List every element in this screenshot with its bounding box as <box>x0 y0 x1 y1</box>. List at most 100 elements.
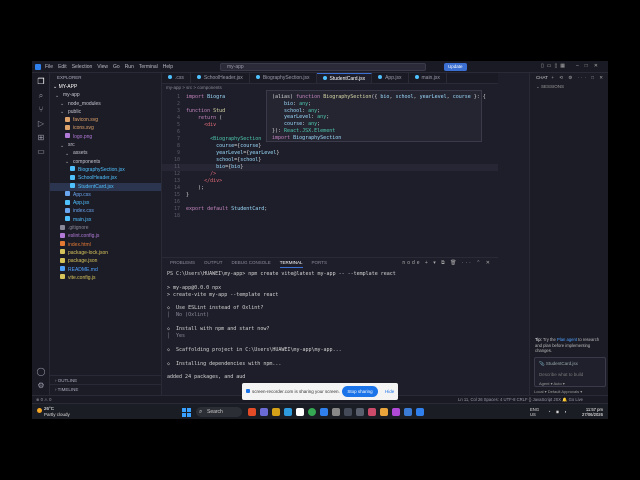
system-tray[interactable]: ENG US <box>530 407 539 417</box>
taskbar-app-icon[interactable] <box>248 408 256 416</box>
file-explorer-icon[interactable] <box>272 408 280 416</box>
settings-gear-icon[interactable]: ⚙ <box>36 381 46 391</box>
terminal-output[interactable]: PS C:\Users\HUAWEI\my-app> npm create vi… <box>167 271 493 381</box>
menu-item[interactable]: Run <box>125 64 134 70</box>
taskbar-app-icon[interactable] <box>380 408 388 416</box>
workspace-root[interactable]: ⌄ MY-APP <box>50 83 161 91</box>
panel-tab[interactable]: PROBLEMS <box>170 258 195 268</box>
command-search-input[interactable]: my-app <box>220 63 426 71</box>
tree-item-label: StudentCard.jsx <box>78 183 114 190</box>
menu-item[interactable]: View <box>97 64 108 70</box>
panel-tab[interactable]: PORTS <box>312 258 327 268</box>
menu-item[interactable]: Selection <box>72 64 93 70</box>
context-file-chip[interactable]: 📎 StudentCard.jsx <box>539 361 578 367</box>
window-controls[interactable]: –□✕ <box>576 63 604 69</box>
tree-file[interactable]: App.css <box>50 191 161 199</box>
terminal-toolbar[interactable]: node + ▾ ⧉ 🗑 ··· ⌃ ✕ <box>402 258 492 268</box>
tray-icons[interactable]: ◔ ◉ ◐ <box>548 409 569 414</box>
tree-file[interactable]: index.css <box>50 207 161 215</box>
menu-item[interactable]: Go <box>113 64 120 70</box>
editor-tab[interactable]: .css <box>162 73 191 83</box>
file-type-icon <box>65 216 70 222</box>
vscode-taskbar-icon[interactable] <box>416 408 424 416</box>
tree-file[interactable]: StudentCard.jsx <box>50 182 161 191</box>
tree-file[interactable]: README.md <box>50 266 161 274</box>
editor-tab[interactable]: BiographySection.jsx <box>250 73 317 83</box>
taskbar-app-icon[interactable] <box>404 408 412 416</box>
remote-explorer-icon[interactable]: ▭ <box>36 147 46 157</box>
taskbar-app-icon[interactable] <box>392 408 400 416</box>
tree-file[interactable]: favicon.svg <box>50 116 161 124</box>
timeline-section[interactable]: › TIMELINE <box>50 384 162 393</box>
tree-file[interactable]: BiographySection.jsx <box>50 166 161 174</box>
tree-file[interactable]: index.html <box>50 241 161 249</box>
taskbar-app-icon[interactable] <box>332 408 340 416</box>
tree-folder[interactable]: ⌄ components <box>50 158 161 166</box>
tree-file[interactable]: vite.config.js <box>50 274 161 282</box>
tree-folder[interactable]: ⌄ my-app <box>50 91 161 99</box>
tree-folder[interactable]: ⌄ assets <box>50 149 161 157</box>
chat-input-box[interactable]: 📎 StudentCard.jsx Describe what to build… <box>534 357 606 387</box>
search-icon[interactable]: ⌕ <box>36 91 46 101</box>
taskbar-app-icon[interactable] <box>260 408 268 416</box>
tree-file[interactable]: logo.png <box>50 133 161 141</box>
tree-file[interactable]: .gitignore <box>50 224 161 232</box>
stop-sharing-button[interactable]: Stop sharing <box>342 386 378 397</box>
tree-folder[interactable]: ⌄ src <box>50 141 161 149</box>
taskbar-app-icon[interactable] <box>320 408 328 416</box>
tree-file[interactable]: eslint.config.js <box>50 232 161 240</box>
taskbar-app-icon[interactable] <box>296 408 304 416</box>
taskbar-search[interactable]: ⌕ Search <box>196 407 242 417</box>
edge-browser-icon[interactable] <box>284 408 292 416</box>
sessions-label: SESSIONS <box>541 84 565 89</box>
menu-item[interactable]: File <box>45 64 53 70</box>
tree-file[interactable]: main.jsx <box>50 216 161 224</box>
layout-controls[interactable]: ▯▭▯▦ <box>541 63 568 69</box>
outline-section[interactable]: › OUTLINE <box>50 375 162 384</box>
weather-sun-icon <box>37 408 42 413</box>
start-button-icon[interactable] <box>182 408 191 417</box>
hide-button[interactable]: Hide <box>385 389 394 394</box>
taskbar-app-icon[interactable] <box>356 408 364 416</box>
taskbar-app-icon[interactable] <box>344 408 352 416</box>
source-control-icon[interactable]: ⑂ <box>36 105 46 115</box>
plan-agent-link[interactable]: Plan agent <box>557 337 577 342</box>
taskbar-app-icon[interactable] <box>368 408 376 416</box>
sessions-section[interactable]: ⌄ SESSIONS <box>530 83 608 91</box>
menu-item[interactable]: Edit <box>58 64 67 70</box>
chat-mode-selectors[interactable]: Agent ▾ Auto ▾ <box>539 381 565 386</box>
tree-file[interactable]: App.jsx <box>50 199 161 207</box>
chat-bottom-options[interactable]: Local ▾ Default Approvals ▾ <box>534 389 582 394</box>
tree-folder[interactable]: ⌄ public <box>50 108 161 116</box>
panel-tab[interactable]: DEBUG CONSOLE <box>232 258 271 268</box>
tree-file[interactable]: icons.svg <box>50 124 161 132</box>
extensions-icon[interactable]: ⊞ <box>36 133 46 143</box>
menu-item[interactable]: Terminal <box>139 64 158 70</box>
chat-actions-icon[interactable]: + ⟲ ⚙ ··· □ ✕ <box>551 73 605 83</box>
editor-tab[interactable]: StudentCard.jsx <box>316 73 373 83</box>
clock[interactable]: 11:57 pm 27/06/2026 <box>582 407 603 417</box>
tree-file[interactable]: package-lock.json <box>50 249 161 257</box>
tree-folder[interactable]: ⌄ node_modules <box>50 100 161 108</box>
code-editor[interactable]: 1 import Biogra 2 3 function Stud 4 return (5… <box>162 90 498 250</box>
editor-tab[interactable]: SchoolHeader.jsx <box>191 73 250 83</box>
chat-title: CHAT <box>536 75 548 80</box>
tab-label: App.jsx <box>385 75 402 81</box>
chrome-icon[interactable] <box>308 408 316 416</box>
editor-tab[interactable]: main.jsx <box>409 73 447 83</box>
run-debug-icon[interactable]: ▷ <box>36 119 46 129</box>
update-button[interactable]: Update <box>444 63 467 71</box>
menu-item[interactable]: Help <box>163 64 173 70</box>
weather-widget[interactable]: 26°C Partly cloudy <box>37 406 70 417</box>
explorer-icon[interactable]: ❐ <box>36 77 46 87</box>
panel-tab[interactable]: OUTPUT <box>204 258 223 268</box>
terminal-line: │ Yes <box>167 333 186 340</box>
tree-file[interactable]: SchoolHeader.jsx <box>50 174 161 182</box>
breadcrumb[interactable]: my-app > src > components <box>166 85 222 90</box>
file-type-icon <box>65 207 70 213</box>
panel-tab[interactable]: TERMINAL <box>279 258 303 268</box>
tree-file[interactable]: package.json <box>50 257 161 265</box>
editor-tab[interactable]: App.jsx <box>372 73 409 83</box>
code-text: yearLevel={yearLevel} <box>216 150 280 156</box>
account-icon[interactable]: ◯ <box>36 367 46 377</box>
